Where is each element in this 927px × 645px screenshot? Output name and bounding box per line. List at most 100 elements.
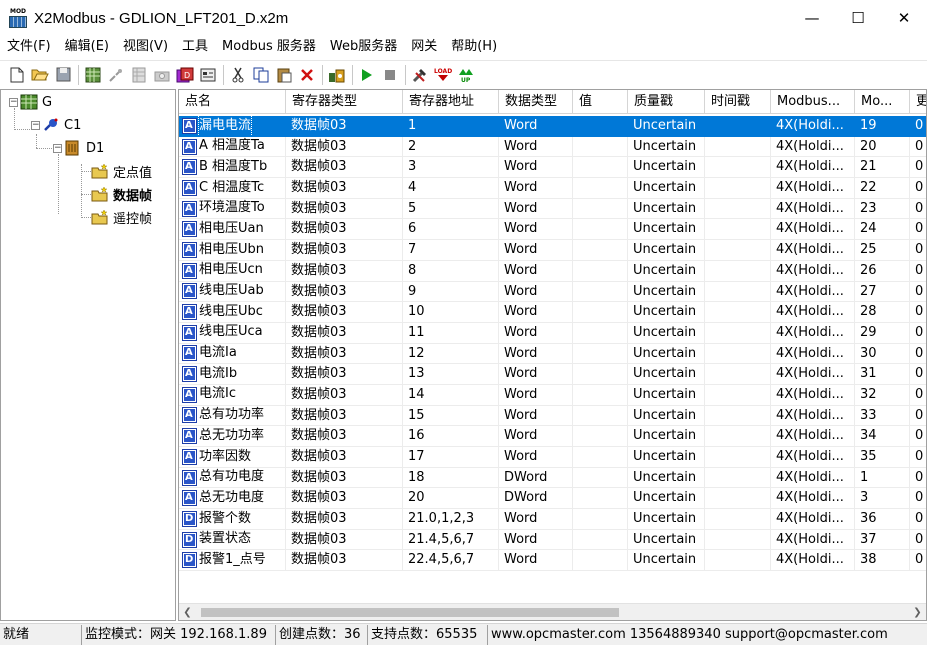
table-row[interactable]: A 线电压Uca 数据帧03 11 Word Uncertain 4X(Holdi... 29… (179, 322, 926, 344)
table-icon[interactable] (128, 64, 150, 86)
menu-help[interactable]: 帮助(H) (444, 36, 504, 58)
tree-node-gateway[interactable]: − G (9, 92, 52, 112)
cell-value (573, 116, 628, 137)
menu-gateway[interactable]: 网关 (404, 36, 444, 58)
table-row[interactable]: A 总无功电度 数据帧03 20 DWord Uncertain 4X(Holdi... 3 0 (179, 488, 926, 510)
table-row[interactable]: A 电流Ic 数据帧03 14 Word Uncertain 4X(Holdi... 32 0 (179, 384, 926, 406)
table-row[interactable]: A 线电压Ubc 数据帧03 10 Word Uncertain 4X(Holdi... 28… (179, 302, 926, 323)
maximize-button[interactable]: ☐ (835, 0, 881, 36)
table-row[interactable]: A 总有功功率 数据帧03 15 Word Uncertain 4X(Holdi... 33 0 (179, 405, 926, 427)
header-col-value[interactable]: 值 (573, 90, 628, 114)
collapse-icon[interactable]: − (53, 143, 62, 153)
tree-node-device[interactable]: − D1 (53, 138, 104, 158)
cell-modbus: 4X(Holdi... (771, 550, 855, 572)
svg-text:UP: UP (461, 77, 471, 83)
table-row[interactable]: D 装置状态 数据帧03 21.4,5,6,7 Word Uncertain 4X(Hold… (179, 529, 926, 551)
open-icon[interactable] (29, 64, 51, 86)
cut-icon[interactable] (227, 64, 249, 86)
cell-register-address: 1 (403, 116, 499, 137)
point-name: 总有功电度 (199, 469, 265, 485)
cell-extra: 0 (910, 219, 926, 241)
menu-tools[interactable]: 工具 (175, 36, 215, 58)
header-col-timestamp[interactable]: 时间戳 (705, 90, 771, 114)
cell-point-name: A 总无功功率 (179, 426, 286, 447)
point-icon: A (182, 448, 197, 465)
scroll-thumb[interactable] (201, 608, 619, 617)
table-row[interactable]: D 报警1_点号 数据帧03 22.4,5,6,7 Word Uncertain 4X(Ho… (179, 550, 926, 572)
table-row[interactable]: AA 相温度Ta 数据帧03 2 Word Uncertain 4X(Holdi... 20… (179, 136, 926, 158)
copy-icon[interactable] (250, 64, 272, 86)
tree-node-channel[interactable]: − C1 (31, 115, 81, 135)
table-row[interactable]: AB 相温度Tb 数据帧03 3 Word Uncertain 4X(Holdi... 21… (179, 157, 926, 179)
cell-register-type: 数据帧03 (286, 136, 403, 158)
up-icon[interactable]: UP (455, 64, 477, 86)
table-row[interactable]: A 电流Ia 数据帧03 12 Word Uncertain 4X(Holdi... 30 0 (179, 343, 926, 365)
paste-icon[interactable] (273, 64, 295, 86)
header-col-data-type[interactable]: 数据类型 (499, 90, 573, 114)
header-col-quality[interactable]: 质量戳 (628, 90, 705, 114)
tree-node-remote-control[interactable]: 遥控帧 (91, 207, 152, 227)
cell-quality: Uncertain (628, 157, 705, 179)
cell-register-address: 13 (403, 364, 499, 385)
delete-icon[interactable] (296, 64, 318, 86)
run-icon[interactable] (356, 64, 378, 86)
cell-data-type: Word (499, 529, 573, 551)
scan-icon[interactable] (326, 64, 348, 86)
header-col-modbus[interactable]: Modbus... (771, 90, 855, 114)
properties-icon[interactable] (197, 64, 219, 86)
tree-node-fixed-value[interactable]: 定点值 (91, 161, 152, 181)
status-monitor: 监控模式：网关 192.168.1.89 (82, 624, 276, 645)
cell-quality: Uncertain (628, 178, 705, 199)
point-icon: A (182, 345, 197, 362)
save-icon[interactable] (52, 64, 74, 86)
menu-view[interactable]: 视图(V) (116, 36, 175, 58)
table-row[interactable]: A 总无功功率 数据帧03 16 Word Uncertain 4X(Holdi... 34 0 (179, 426, 926, 447)
cell-value (573, 136, 628, 158)
table-row[interactable]: A 线电压Uab 数据帧03 9 Word Uncertain 4X(Holdi... 27 0 (179, 281, 926, 303)
grid-icon[interactable] (82, 64, 104, 86)
header-col-register-address[interactable]: 寄存器地址 (403, 90, 499, 114)
cell-extra: 0 (910, 426, 926, 447)
tools-icon[interactable] (409, 64, 431, 86)
header-col-mo[interactable]: Mo... (855, 90, 910, 114)
scroll-right-icon[interactable]: ❯ (909, 604, 926, 620)
menu-modbus-server[interactable]: Modbus 服务器 (215, 36, 323, 58)
cell-timestamp (705, 447, 771, 468)
cell-register-address: 7 (403, 240, 499, 261)
cell-point-name: A 总有功功率 (179, 405, 286, 427)
camera-icon[interactable] (151, 64, 173, 86)
menu-file[interactable]: 文件(F) (0, 36, 58, 58)
table-row[interactable]: A 环境温度To 数据帧03 5 Word Uncertain 4X(Holdi... 23 0 (179, 198, 926, 220)
horizontal-scrollbar[interactable]: ❮ ❯ (179, 603, 926, 620)
table-row[interactable]: A 电流Ib 数据帧03 13 Word Uncertain 4X(Holdi... 31 0 (179, 364, 926, 385)
scroll-left-icon[interactable]: ❮ (179, 604, 196, 620)
points-icon[interactable]: D (174, 64, 196, 86)
close-button[interactable]: ✕ (881, 0, 927, 36)
minimize-button[interactable]: — (789, 0, 835, 36)
point-name: 电流Ib (199, 365, 238, 381)
menu-edit[interactable]: 编辑(E) (58, 36, 116, 58)
tree-node-data-frame[interactable]: 数据帧 (91, 184, 152, 204)
header-col-register-type[interactable]: 寄存器类型 (286, 90, 403, 114)
load-icon[interactable]: LOAD (432, 64, 454, 86)
table-row[interactable]: A 功率因数 数据帧03 17 Word Uncertain 4X(Holdi... 35 0 (179, 447, 926, 468)
table-row[interactable]: A 相电压Ucn 数据帧03 8 Word Uncertain 4X(Holdi... 26 0 (179, 260, 926, 282)
table-row[interactable]: A 漏电电流 数据帧03 1 Word Uncertain 4X(Holdi... 19 0 (179, 116, 926, 137)
table-row[interactable]: A 相电压Ubn 数据帧03 7 Word Uncertain 4X(Holdi... 25 0 (179, 240, 926, 261)
new-icon[interactable] (6, 64, 28, 86)
stop-icon[interactable] (379, 64, 401, 86)
menu-web-server[interactable]: Web服务器 (323, 36, 404, 58)
header-col-point-name[interactable]: 点名 (179, 90, 286, 114)
collapse-icon[interactable]: − (9, 97, 18, 107)
table-row[interactable]: A 相电压Uan 数据帧03 6 Word Uncertain 4X(Holdi... 24 0 (179, 219, 926, 241)
table-row[interactable]: AC 相温度Tc 数据帧03 4 Word Uncertain 4X(Holdi... 22… (179, 178, 926, 199)
cell-extra: 0 (910, 550, 926, 572)
header-col-extra[interactable]: 更 (910, 90, 926, 114)
table-row[interactable]: A 总有功电度 数据帧03 18 DWord Uncertain 4X(Holdi... 1 0 (179, 467, 926, 489)
cell-extra: 0 (910, 447, 926, 468)
collapse-icon[interactable]: − (31, 120, 40, 130)
table-row[interactable]: D 报警个数 数据帧03 21.0,1,2,3 Word Uncertain 4X(Hold… (179, 509, 926, 530)
connect-icon[interactable] (105, 64, 127, 86)
cell-extra: 0 (910, 385, 926, 406)
cell-quality: Uncertain (628, 240, 705, 261)
